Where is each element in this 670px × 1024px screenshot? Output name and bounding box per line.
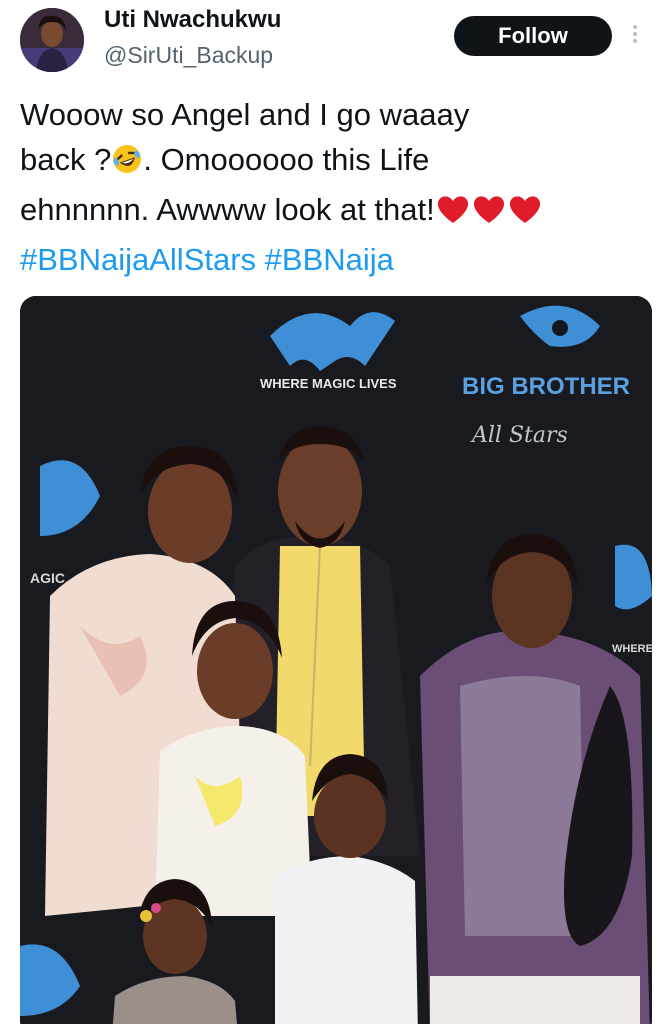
avatar-photo: [20, 8, 84, 72]
tweet-line-3-text: ehnnnnn. Awwww look at that!: [20, 192, 435, 227]
hashtag-link[interactable]: #BBNaijaAllStars: [20, 242, 256, 277]
user-avatar[interactable]: [20, 8, 84, 72]
more-options-icon[interactable]: [628, 22, 642, 50]
red-heart-icon: [507, 192, 543, 237]
user-handle[interactable]: @SirUti_Backup: [104, 42, 273, 69]
left-edge-text: AGIC: [30, 570, 65, 586]
tweet-line-2: back ? . Omoooooo this Life: [20, 137, 650, 187]
tweet-line-2-end: . Omoooooo this Life: [143, 142, 430, 177]
backdrop-text-where: WHERE MAGIC LIVES: [260, 376, 397, 391]
tweet-photo[interactable]: WHERE MAGIC LIVES BIG BROTHER All Stars …: [20, 296, 652, 1024]
tweet-line-3: ehnnnnn. Awwww look at that!: [20, 187, 650, 237]
tweet-line-2-start: back ?: [20, 142, 112, 177]
backdrop-text-brand: BIG BROTHER: [462, 373, 630, 400]
hashtag-link[interactable]: #BBNaija: [265, 242, 394, 277]
user-display-name[interactable]: Uti Nwachukwu: [104, 6, 281, 34]
right-edge-text: WHERE M: [612, 643, 652, 655]
tweet-text: Wooow so Angel and I go waaay back ? . Om…: [20, 92, 650, 282]
laughing-emoji-icon: [111, 142, 143, 187]
red-heart-icon: [435, 192, 471, 237]
red-heart-icon: [471, 192, 507, 237]
tweet-hashtags: #BBNaijaAllStars #BBNaija: [20, 237, 650, 282]
group-photo: WHERE MAGIC LIVES BIG BROTHER All Stars …: [20, 296, 652, 1024]
follow-button[interactable]: Follow: [454, 16, 612, 56]
backdrop-text-sub: All Stars: [470, 423, 568, 448]
tweet-line-1: Wooow so Angel and I go waaay: [20, 97, 470, 132]
tweet-header: Uti Nwachukwu @SirUti_Backup Follow: [0, 0, 670, 86]
